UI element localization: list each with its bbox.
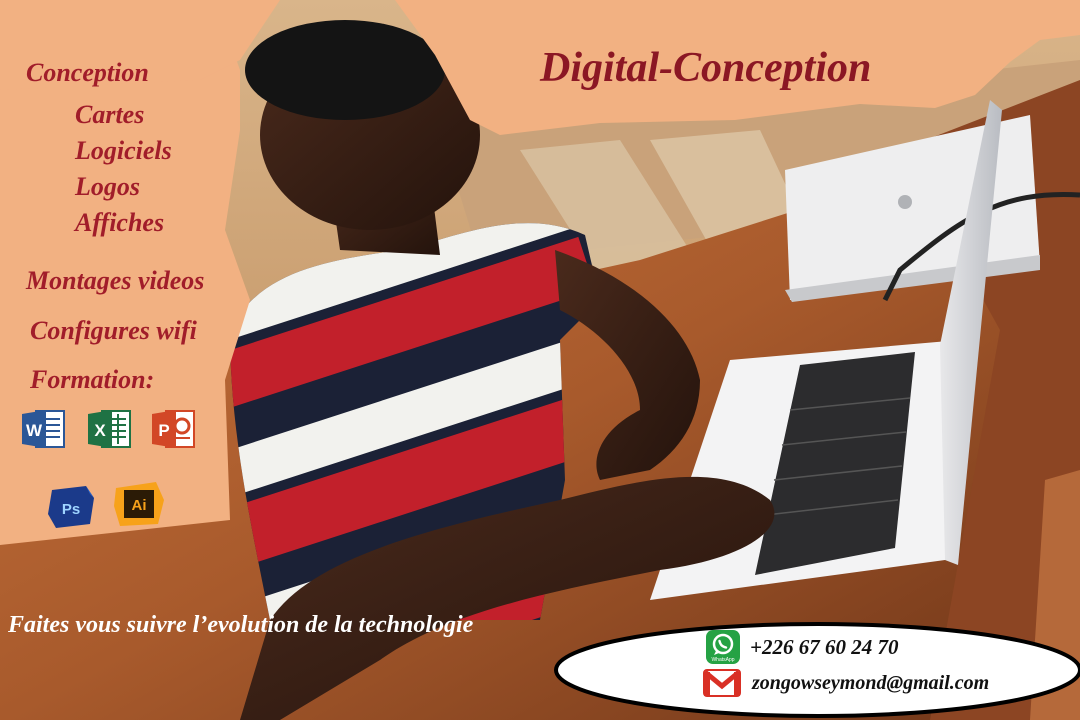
poster: Digital-Conception Conception Cartes Log… <box>0 0 1080 720</box>
service-heading: Conception <box>26 58 149 87</box>
slogan: Faites vous suivre l’evolution de la tec… <box>8 612 474 638</box>
svg-text:Ai: Ai <box>132 497 147 514</box>
illustrator-icon: Ai <box>112 480 164 526</box>
email-address[interactable]: zongowseymond@gmail.com <box>752 672 989 695</box>
svg-text:Ps: Ps <box>62 501 80 518</box>
service-affiches: Affiches <box>75 208 165 237</box>
gmail-icon <box>702 668 742 698</box>
service-logiciels: Logiciels <box>75 136 172 165</box>
whatsapp-label: WhatsApp <box>711 657 734 663</box>
service-formation: Formation: <box>30 365 155 394</box>
svg-text:P: P <box>158 421 169 440</box>
word-icon: W <box>20 408 65 448</box>
photoshop-icon: Ps <box>46 484 94 528</box>
whatsapp-icon: WhatsApp <box>706 630 740 664</box>
svg-text:X: X <box>94 421 106 440</box>
contact-phone-row: WhatsApp +226 67 60 24 70 <box>706 630 898 664</box>
phone-number[interactable]: +226 67 60 24 70 <box>750 635 898 660</box>
service-montages: Montages videos <box>26 266 205 295</box>
service-cartes: Cartes <box>75 100 145 129</box>
contact-email-row: zongowseymond@gmail.com <box>702 668 989 698</box>
service-wifi: Configures wifi <box>30 316 197 345</box>
excel-icon: X <box>86 408 131 448</box>
powerpoint-icon: P <box>150 408 195 448</box>
service-logos: Logos <box>75 172 140 201</box>
svg-text:W: W <box>26 421 43 440</box>
brand-title: Digital-Conception <box>540 45 872 91</box>
